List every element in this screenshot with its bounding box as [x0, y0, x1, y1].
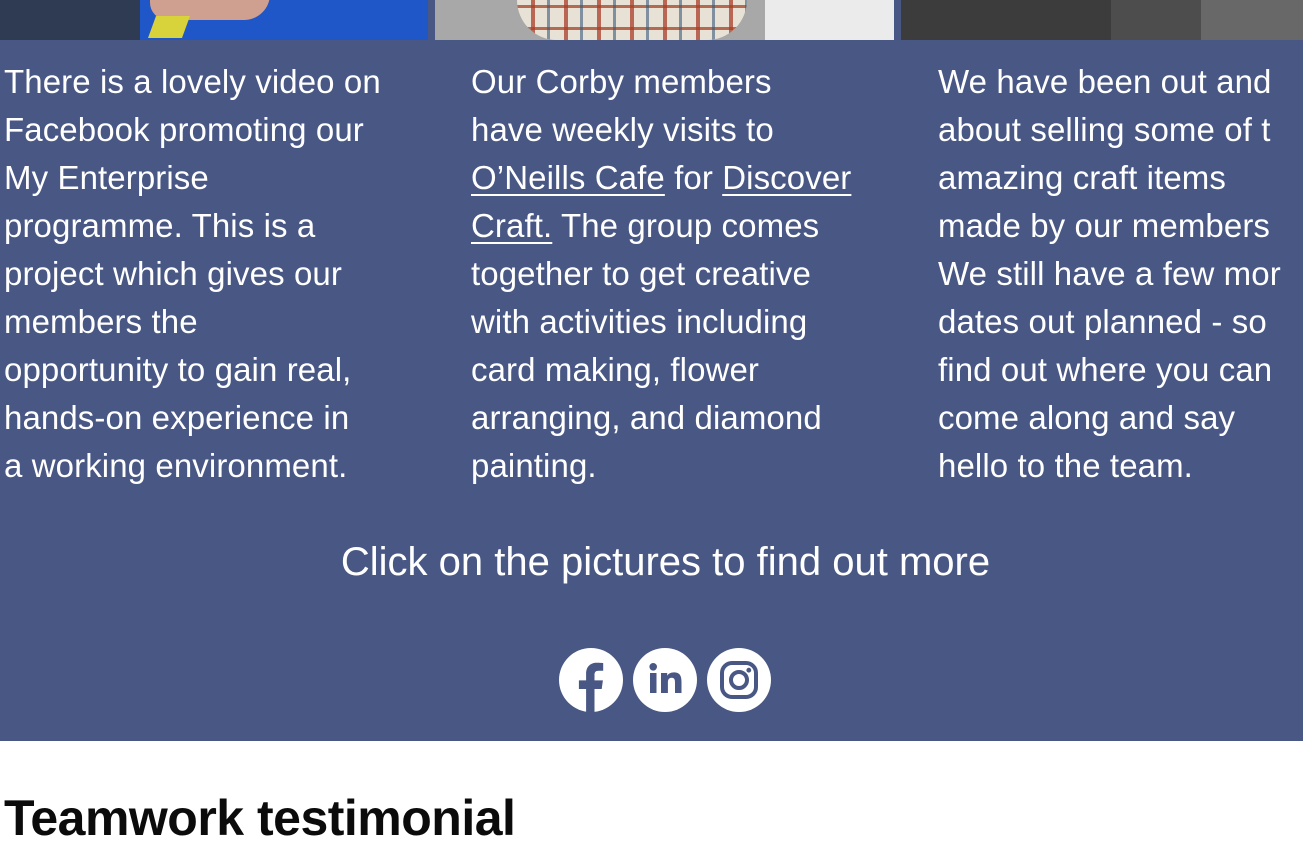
text-line: a working environment. — [4, 447, 348, 484]
text-line: members the — [4, 303, 198, 340]
text-line: We have been out and — [938, 63, 1272, 100]
photo-detail — [0, 0, 140, 40]
linkedin-link[interactable] — [633, 648, 697, 712]
text-line: amazing craft items — [938, 159, 1226, 196]
text-line: hands-on experience in — [4, 399, 350, 436]
discover-craft-text: Our Corby members have weekly visits to … — [471, 58, 851, 490]
text-line: project which gives our — [4, 255, 342, 292]
photo-enterprise-video[interactable] — [0, 0, 428, 40]
text-line: have weekly visits to — [471, 111, 774, 148]
discover-craft-link-cont[interactable]: Craft. — [471, 207, 552, 244]
text-line: programme. This is a — [4, 207, 316, 244]
photo-detail — [147, 16, 191, 38]
text-line: about selling some of t — [938, 111, 1271, 148]
text-line: card making, flower — [471, 351, 760, 388]
text-line: Our Corby members — [471, 63, 772, 100]
text-line: painting. — [471, 447, 597, 484]
text-line: arranging, and diamond — [471, 399, 822, 436]
craft-sales-text: We have been out and about selling some … — [938, 58, 1281, 490]
photo-discover-craft[interactable] — [435, 0, 894, 40]
text-fragment: The group comes — [552, 207, 820, 244]
text-line: together to get creative — [471, 255, 811, 292]
text-line: come along and say — [938, 399, 1236, 436]
cta-text: Click on the pictures to find out more — [340, 540, 991, 584]
facebook-icon — [578, 662, 604, 712]
photo-detail — [901, 0, 1111, 40]
photo-detail — [765, 0, 894, 40]
social-links — [559, 648, 771, 712]
text-line: find out where you can — [938, 351, 1273, 388]
linkedin-icon — [649, 663, 682, 693]
text-line: made by our members — [938, 207, 1271, 244]
photo-craft-sales[interactable] — [901, 0, 1303, 40]
text-line: hello to the team. — [938, 447, 1193, 484]
section-heading: Teamwork testimonial — [4, 790, 516, 846]
text-line: opportunity to gain real, — [4, 351, 352, 388]
text-line: There is a lovely video on — [4, 63, 381, 100]
instagram-icon — [720, 661, 758, 699]
oneills-cafe-link[interactable]: O’Neills Cafe — [471, 159, 665, 196]
instagram-link[interactable] — [707, 648, 771, 712]
enterprise-video-text: There is a lovely video on Facebook prom… — [4, 58, 381, 490]
text-line: dates out planned - so — [938, 303, 1267, 340]
discover-craft-link[interactable]: Discover — [722, 159, 851, 196]
facebook-link[interactable] — [559, 648, 623, 712]
text-line: Facebook promoting our — [4, 111, 364, 148]
text-line: My Enterprise — [4, 159, 209, 196]
news-section: There is a lovely video on Facebook prom… — [0, 0, 1303, 741]
text-line: with activities including — [471, 303, 808, 340]
text-line: We still have a few mor — [938, 255, 1281, 292]
photo-detail — [517, 0, 747, 40]
photo-detail — [1201, 0, 1303, 40]
text-fragment: for — [664, 159, 723, 196]
